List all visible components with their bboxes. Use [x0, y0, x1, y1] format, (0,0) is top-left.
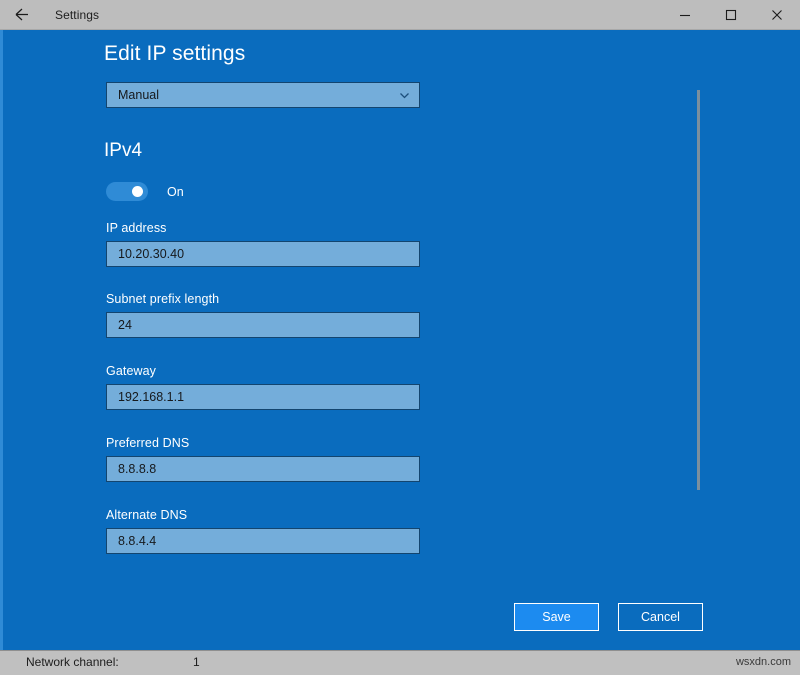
close-icon [771, 9, 783, 21]
window-controls [662, 0, 800, 29]
field-label-alternate-dns: Alternate DNS [106, 508, 188, 522]
field-alternate-dns: Alternate DNS [106, 508, 420, 554]
ipv4-toggle-label: On [167, 184, 184, 199]
status-network-channel-value: 1 [193, 655, 200, 669]
settings-content: Edit IP settings Manual IPv4 On IP addre… [0, 30, 800, 650]
section-heading-ipv4: IPv4 [104, 140, 143, 161]
save-button[interactable]: Save [514, 603, 599, 631]
status-network-channel-label: Network channel: [26, 655, 119, 669]
minimize-icon [679, 9, 691, 21]
ipv4-toggle[interactable] [106, 182, 148, 201]
gateway-input[interactable] [106, 384, 420, 410]
field-label-preferred-dns: Preferred DNS [106, 436, 190, 450]
field-subnet-prefix-length: Subnet prefix length [106, 292, 420, 338]
field-label-gateway: Gateway [106, 364, 157, 378]
page-title: Edit IP settings [104, 42, 246, 65]
watermark: wsxdn.com [735, 656, 791, 668]
preferred-dns-input[interactable] [106, 456, 420, 482]
ip-assignment-value: Manual [118, 88, 159, 102]
back-arrow-icon [13, 6, 30, 23]
alternate-dns-input[interactable] [106, 528, 420, 554]
field-gateway: Gateway [106, 364, 420, 410]
close-button[interactable] [754, 0, 800, 29]
ip-assignment-dropdown[interactable]: Manual [106, 82, 420, 108]
subnet-prefix-length-input[interactable] [106, 312, 420, 338]
minimize-button[interactable] [662, 0, 708, 29]
field-label-ip-address: IP address [106, 221, 167, 235]
ipv4-toggle-row: On [106, 182, 184, 201]
cancel-button[interactable]: Cancel [618, 603, 703, 631]
ip-address-input[interactable] [106, 241, 420, 267]
status-bar: Network channel: 1 wsxdn.com [0, 650, 800, 675]
window-title: Settings [55, 7, 100, 22]
maximize-button[interactable] [708, 0, 754, 29]
vertical-scrollbar[interactable] [697, 90, 700, 490]
maximize-icon [725, 9, 737, 21]
action-buttons: Save Cancel [514, 603, 703, 631]
field-label-subnet-prefix-length: Subnet prefix length [106, 292, 220, 306]
field-preferred-dns: Preferred DNS [106, 436, 420, 482]
settings-window: Settings Edit IP settings Manual IPv4 On… [0, 0, 800, 675]
toggle-knob [132, 186, 143, 197]
title-bar: Settings [0, 0, 800, 30]
back-button[interactable] [0, 0, 42, 29]
field-ip-address: IP address [106, 221, 420, 267]
chevron-down-icon [389, 89, 419, 102]
